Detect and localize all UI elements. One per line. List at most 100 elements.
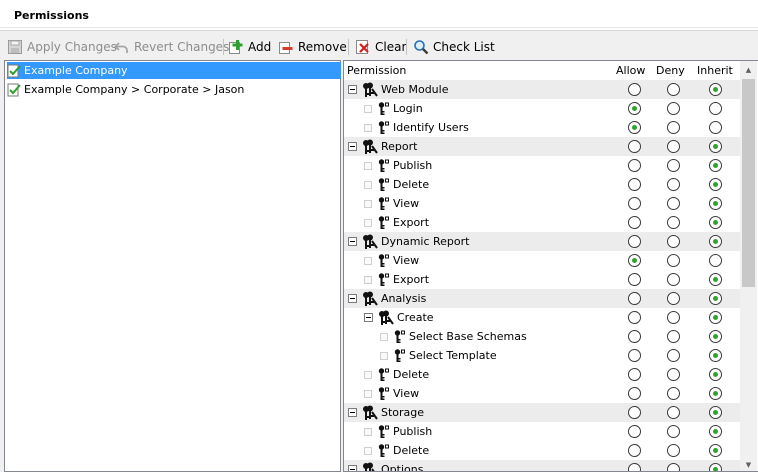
row-checkbox[interactable] (364, 370, 372, 379)
permissions-grid: Permission Allow Deny Inherit Web Module… (343, 60, 758, 472)
deny-radio[interactable] (667, 140, 680, 153)
allow-radio[interactable] (628, 292, 641, 305)
allow-radio[interactable] (628, 349, 641, 362)
remove-button[interactable]: Remove (278, 36, 347, 58)
allow-radio[interactable] (628, 102, 641, 115)
collapse-icon[interactable] (348, 237, 357, 246)
inherit-radio[interactable] (709, 197, 722, 210)
revert-changes-button[interactable]: Revert Changes (114, 36, 229, 58)
row-checkbox[interactable] (380, 332, 388, 341)
inherit-radio[interactable] (709, 121, 722, 134)
deny-radio[interactable] (667, 463, 680, 471)
allow-radio[interactable] (628, 235, 641, 248)
allow-radio[interactable] (628, 83, 641, 96)
inherit-radio[interactable] (709, 311, 722, 324)
permission-cell: Export (364, 270, 429, 289)
allow-radio[interactable] (628, 140, 641, 153)
inherit-radio[interactable] (709, 178, 722, 191)
apply-changes-button[interactable]: Apply Changes (7, 36, 117, 58)
allow-radio[interactable] (628, 197, 641, 210)
scroll-up-icon[interactable]: ▲ (740, 61, 757, 78)
collapse-icon[interactable] (348, 85, 357, 94)
row-checkbox[interactable] (380, 351, 388, 360)
allow-radio[interactable] (628, 444, 641, 457)
allow-radio[interactable] (628, 406, 641, 419)
row-checkbox[interactable] (364, 123, 372, 132)
inherit-radio[interactable] (709, 235, 722, 248)
inherit-radio[interactable] (709, 406, 722, 419)
collapse-icon[interactable] (348, 142, 357, 151)
collapse-icon[interactable] (348, 294, 357, 303)
allow-radio[interactable] (628, 254, 641, 267)
inherit-radio[interactable] (709, 368, 722, 381)
allow-radio[interactable] (628, 311, 641, 324)
row-checkbox[interactable] (364, 427, 372, 436)
allow-radio[interactable] (628, 425, 641, 438)
scroll-thumb[interactable] (742, 79, 755, 287)
inherit-radio[interactable] (709, 254, 722, 267)
deny-radio[interactable] (667, 425, 680, 438)
collapse-icon[interactable] (348, 465, 357, 471)
apply-changes-label: Apply Changes (27, 40, 117, 54)
clear-button[interactable]: Clear (355, 36, 406, 58)
scroll-down-icon[interactable]: ▼ (740, 456, 757, 471)
allow-radio[interactable] (628, 178, 641, 191)
deny-radio[interactable] (667, 406, 680, 419)
inherit-radio[interactable] (709, 159, 722, 172)
row-checkbox[interactable] (364, 199, 372, 208)
collapse-icon[interactable] (348, 408, 357, 417)
check-list-button[interactable]: Check List (413, 36, 495, 58)
permission-row: Login (344, 99, 740, 118)
row-checkbox[interactable] (364, 218, 372, 227)
deny-radio[interactable] (667, 444, 680, 457)
allow-radio[interactable] (628, 216, 641, 229)
inherit-radio[interactable] (709, 425, 722, 438)
allow-radio[interactable] (628, 387, 641, 400)
deny-radio[interactable] (667, 273, 680, 286)
allow-radio[interactable] (628, 121, 641, 134)
inherit-radio[interactable] (709, 444, 722, 457)
deny-radio[interactable] (667, 178, 680, 191)
deny-radio[interactable] (667, 102, 680, 115)
inherit-radio[interactable] (709, 273, 722, 286)
deny-radio[interactable] (667, 159, 680, 172)
allow-radio[interactable] (628, 330, 641, 343)
deny-radio[interactable] (667, 254, 680, 267)
deny-radio[interactable] (667, 368, 680, 381)
deny-radio[interactable] (667, 292, 680, 305)
inherit-radio[interactable] (709, 140, 722, 153)
add-button[interactable]: Add (228, 36, 271, 58)
deny-radio[interactable] (667, 197, 680, 210)
deny-radio[interactable] (667, 311, 680, 324)
inherit-radio[interactable] (709, 387, 722, 400)
row-checkbox[interactable] (364, 446, 372, 455)
row-checkbox[interactable] (364, 389, 372, 398)
row-checkbox[interactable] (364, 161, 372, 170)
collapse-icon[interactable] (364, 313, 373, 322)
deny-radio[interactable] (667, 330, 680, 343)
allow-radio[interactable] (628, 368, 641, 381)
allow-radio[interactable] (628, 273, 641, 286)
deny-radio[interactable] (667, 121, 680, 134)
deny-radio[interactable] (667, 216, 680, 229)
inherit-radio[interactable] (709, 292, 722, 305)
vertical-scrollbar[interactable]: ▲ ▼ (740, 61, 757, 471)
inherit-radio[interactable] (709, 330, 722, 343)
allow-radio[interactable] (628, 463, 641, 471)
deny-radio[interactable] (667, 83, 680, 96)
row-checkbox[interactable] (364, 104, 372, 113)
allow-radio[interactable] (628, 159, 641, 172)
row-checkbox[interactable] (364, 180, 372, 189)
tree-item-example-company[interactable]: Example Company (7, 62, 341, 79)
tree-item-jason[interactable]: Example Company > Corporate > Jason (7, 81, 248, 98)
deny-radio[interactable] (667, 235, 680, 248)
inherit-radio[interactable] (709, 216, 722, 229)
row-checkbox[interactable] (364, 256, 372, 265)
inherit-radio[interactable] (709, 102, 722, 115)
inherit-radio[interactable] (709, 349, 722, 362)
row-checkbox[interactable] (364, 275, 372, 284)
deny-radio[interactable] (667, 349, 680, 362)
inherit-radio[interactable] (709, 83, 722, 96)
deny-radio[interactable] (667, 387, 680, 400)
inherit-radio[interactable] (709, 463, 722, 471)
